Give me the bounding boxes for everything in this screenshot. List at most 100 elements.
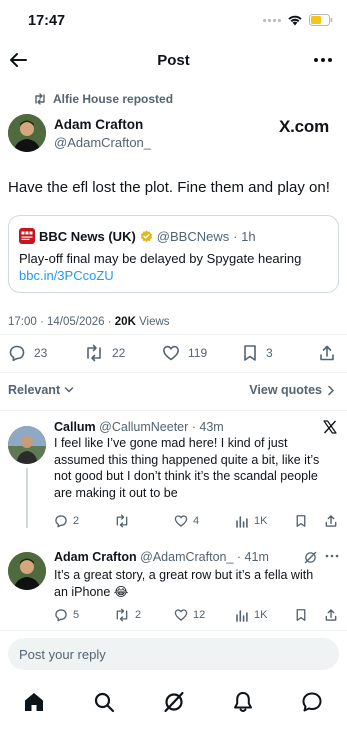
divider [0, 630, 347, 631]
reply-placeholder: Post your reply [19, 647, 106, 662]
repost-icon [116, 608, 128, 622]
reply-icon [55, 515, 67, 528]
views-count: 1K [254, 609, 268, 621]
bookmark-button[interactable]: 3 [242, 344, 273, 362]
repost-button[interactable]: 2 [114, 608, 141, 622]
wifi-icon [288, 15, 302, 26]
post-timestamp: 17:00 · 14/05/2026 · 20K Views [8, 316, 170, 328]
quoted-author-name: BBC News (UK) [39, 228, 136, 244]
more-icon[interactable] [313, 52, 333, 68]
repost-icon [35, 93, 45, 105]
reply-author-name[interactable]: Adam Crafton [54, 550, 137, 564]
divider [0, 334, 347, 335]
reply-button[interactable]: 23 [8, 344, 47, 362]
thread-line [26, 468, 28, 528]
signal-icon [263, 18, 281, 22]
nav-header: Post [0, 42, 347, 80]
sort-label: Relevant [8, 383, 61, 397]
views-label: Views [135, 316, 170, 328]
chevron-right-icon [328, 385, 335, 395]
reply-item[interactable]: Adam Crafton @AdamCrafton_ · 41m It’s a … [0, 548, 347, 628]
repost-count: 22 [112, 346, 126, 360]
reply-button[interactable]: 2 [54, 514, 79, 528]
quoted-post-header: BBC News (UK) @BBCNews · 1h [19, 228, 256, 244]
status-bar: 17:47 [0, 0, 347, 42]
share-button[interactable] [318, 344, 336, 362]
share-button[interactable] [324, 514, 338, 528]
reply-count: 2 [73, 515, 80, 527]
reply-action-bar: 5 2 12 1K [54, 608, 344, 626]
reply-count: 5 [73, 609, 80, 621]
sort-dropdown[interactable]: Relevant [8, 383, 74, 397]
view-quotes-label: View quotes [249, 383, 322, 397]
more-icon[interactable] [325, 554, 339, 558]
repost-button[interactable] [114, 514, 135, 528]
quoted-post-card[interactable]: BBC News (UK) @BBCNews · 1h Play-off fin… [8, 215, 339, 293]
like-button[interactable]: 12 [174, 608, 205, 622]
views-button[interactable]: 1K [235, 608, 267, 622]
messages-icon[interactable] [300, 690, 324, 714]
views-button[interactable]: 1K [235, 514, 267, 528]
views-icon [236, 516, 248, 528]
reply-time: · 41m [236, 550, 269, 564]
like-button[interactable]: 119 [162, 344, 207, 362]
quoted-post-text: Play-off final may be delayed by Spygate… [19, 251, 302, 266]
reply-avatar[interactable] [8, 552, 46, 590]
views-count: 20K [114, 316, 136, 328]
notifications-icon[interactable] [231, 690, 255, 714]
reply-author-handle[interactable]: @AdamCrafton_ [140, 550, 233, 564]
share-icon [325, 515, 337, 527]
battery-icon [309, 14, 333, 26]
reply-header: Adam Crafton @AdamCrafton_ · 41m [54, 550, 269, 564]
author-avatar[interactable] [8, 114, 46, 152]
author-handle[interactable]: @AdamCrafton_ [54, 135, 151, 150]
reply-composer[interactable]: Post your reply [8, 638, 339, 670]
repost-button[interactable]: 22 [84, 344, 125, 362]
quoted-post-link[interactable]: bbc.in/3PCcoZU [19, 268, 114, 283]
share-icon [325, 609, 337, 621]
reply-text: It’s a great story, a great row but it’s… [54, 568, 314, 599]
reply-count: 23 [34, 346, 48, 360]
repost-icon [116, 514, 128, 528]
bookmark-count: 3 [266, 346, 273, 360]
bookmark-icon [296, 515, 306, 527]
post-action-bar: 23 22 119 3 [0, 340, 347, 368]
views-icon [236, 610, 248, 622]
grok-icon[interactable] [304, 551, 317, 564]
like-count: 4 [193, 515, 200, 527]
repost-count: 2 [135, 609, 142, 621]
xcom-logo: X.com [278, 117, 329, 136]
like-icon [163, 345, 179, 361]
timestamp-text: 17:00 · 14/05/2026 · [8, 316, 115, 328]
reply-author-handle[interactable]: @CallumNeeter [99, 420, 188, 434]
home-icon[interactable] [22, 690, 46, 714]
repost-context[interactable]: Alfie House reposted [33, 92, 173, 106]
view-quotes-link[interactable]: View quotes [249, 383, 335, 397]
quoted-post-time: · 1h [233, 228, 256, 244]
bookmark-icon [244, 345, 256, 361]
bookmark-icon [296, 609, 306, 621]
status-time: 17:47 [28, 13, 66, 29]
like-count: 12 [193, 609, 206, 621]
bookmark-button[interactable] [295, 608, 307, 622]
repost-icon [87, 344, 101, 362]
divider [0, 410, 347, 411]
reply-button[interactable]: 5 [54, 608, 79, 622]
share-button[interactable] [324, 608, 338, 622]
divider [0, 372, 347, 373]
reply-author-name[interactable]: Callum [54, 420, 96, 434]
reply-avatar[interactable] [8, 426, 46, 464]
search-icon[interactable] [92, 690, 116, 714]
author-name[interactable]: Adam Crafton [54, 117, 143, 132]
bookmark-button[interactable] [295, 514, 307, 528]
post-text: Have the efl lost the plot. Fine them an… [8, 179, 330, 196]
bbc-avatar-icon [19, 228, 35, 244]
like-button[interactable]: 4 [174, 514, 199, 528]
reply-item[interactable]: Callum @CallumNeeter · 43m I feel like I… [0, 418, 347, 536]
views-count: 1K [254, 515, 268, 527]
page-title: Post [157, 52, 190, 69]
reply-icon [9, 345, 25, 362]
grok-icon[interactable] [162, 690, 186, 714]
like-icon [174, 609, 188, 621]
like-count: 119 [188, 346, 208, 360]
